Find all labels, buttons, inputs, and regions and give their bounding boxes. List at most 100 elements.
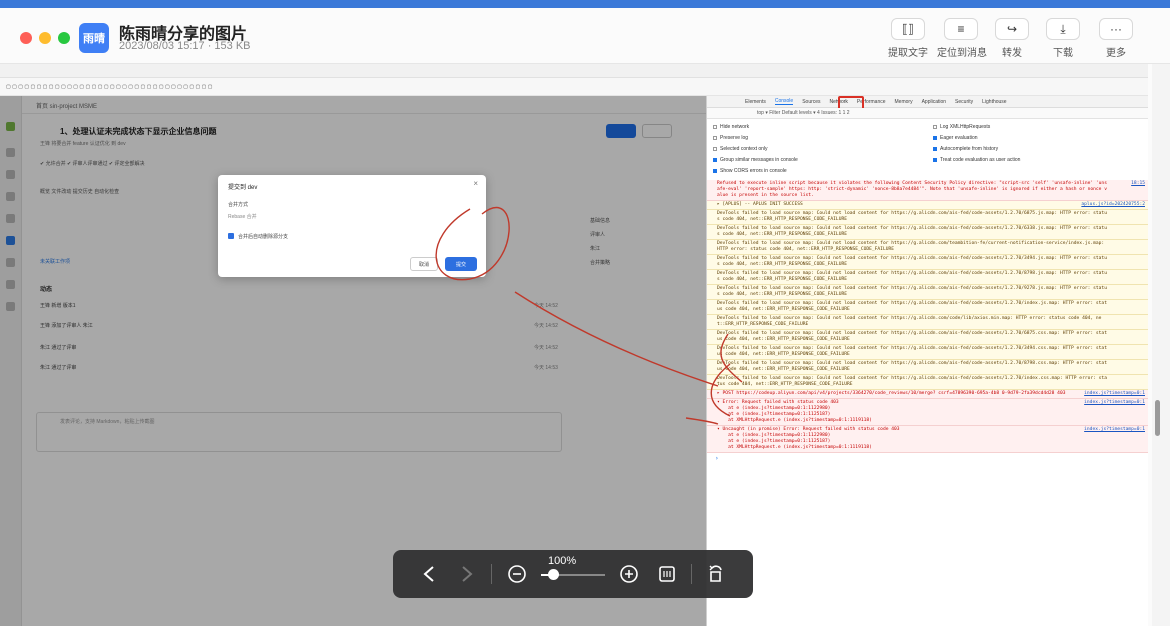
devtools-tab-application: Application — [921, 98, 947, 105]
setting-log-xhr: Log XMLHttpRequests — [933, 122, 1020, 133]
rotate-icon — [709, 565, 722, 582]
submit-dialog: 提交到 dev × 合并方式 Rebase 合并 合并后自动删除源分支 取消 提… — [218, 175, 486, 277]
locate-message-button[interactable]: ≡ 定位到消息 — [937, 18, 987, 59]
more-icon: ··· — [1099, 18, 1133, 40]
chevron-right-icon — [462, 566, 473, 582]
maximize-window-button[interactable] — [58, 32, 70, 44]
bookmark: ▢ ▢ ▢ ▢ ▢ ▢ ▢ ▢ ▢ ▢ ▢ ▢ ▢ ▢ ▢ ▢ ▢ ▢ ▢ ▢ … — [6, 83, 213, 90]
console-message: DevTools failed to load source map: Coul… — [717, 316, 1102, 327]
console-message: DevTools failed to load source map: Coul… — [717, 241, 1107, 252]
console-warn-row: DevTools failed to load source map: Coul… — [707, 360, 1148, 375]
delete-branch-label: 合并后自动删除源分支 — [238, 234, 289, 240]
image-meta: 2023/08/03 15:17 · 153 KB — [119, 40, 251, 52]
console-settings-right: Log XMLHttpRequests Eager evaluation Aut… — [933, 122, 1020, 166]
setting-autocomplete: Autocomplete from history — [933, 144, 1020, 155]
console-source-link: index.js?timestamp=0:1 — [1084, 400, 1145, 405]
fit-to-window-button[interactable] — [655, 562, 679, 586]
codeup-merge-request-page: 首页 sin-project MSME 1、处理认证未完成状态下显示企业信息问题… — [0, 96, 706, 626]
zoom-in-button[interactable] — [617, 562, 641, 586]
console-error-row: ▾ Error: Request failed with status code… — [707, 399, 1148, 426]
console-message: ▸ [APLUS] -- APLUS INIT SUCCESS — [717, 202, 803, 207]
background-app-strip — [0, 0, 1170, 8]
dialog-title: 提交到 dev — [228, 185, 258, 191]
console-source-link: index.js?timestamp=0:1 — [1084, 427, 1145, 432]
download-button[interactable]: ⤓ 下载 — [1039, 18, 1087, 59]
console-message: DevTools failed to load source map: Coul… — [717, 271, 1107, 282]
merge-method-value: Rebase 合并 — [228, 214, 257, 220]
console-source-link: 18:15 — [1131, 181, 1145, 186]
devtools-tab-lighthouse: Lighthouse — [982, 98, 1007, 105]
zoom-in-icon — [620, 565, 638, 583]
console-message: DevTools failed to load source map: Coul… — [717, 211, 1107, 222]
more-button[interactable]: ··· 更多 — [1092, 18, 1140, 59]
setting-group-similar: Group similar messages in console — [713, 155, 798, 166]
console-warn-row: DevTools failed to load source map: Coul… — [707, 225, 1148, 240]
console-message: DevTools failed to load source map: Coul… — [717, 361, 1107, 372]
console-source-link: index.js?timestamp=0:1 — [1084, 391, 1145, 396]
console-source-link: aplus.js?id=202420755:2 — [1081, 202, 1145, 207]
console-toolbar: top ▾ Filter Default levels ▾ 4 Issues: … — [707, 108, 1148, 119]
console-message: DevTools failed to load source map: Coul… — [717, 256, 1107, 267]
chevron-left-icon — [423, 566, 434, 582]
console-error-row: ▾ Uncaught (in promise) Error: Request f… — [707, 426, 1148, 453]
setting-hide-network: Hide network — [713, 122, 798, 133]
sender-avatar: 雨晴 — [79, 23, 109, 53]
zoom-out-button[interactable] — [505, 562, 529, 586]
console-warn-row: DevTools failed to load source map: Coul… — [707, 270, 1148, 285]
setting-selected-context: Selected context only — [713, 144, 798, 155]
devtools-tab-elements: Elements — [745, 98, 766, 105]
zoom-out-icon — [508, 565, 526, 583]
console-message: ▾ Uncaught (in promise) Error: Request f… — [717, 427, 900, 450]
delete-branch-checkbox — [228, 233, 234, 239]
zoom-percent: 100% — [548, 555, 577, 567]
console-warn-row: DevTools failed to load source map: Coul… — [707, 240, 1148, 255]
console-error-row: Refused to execute inline script because… — [707, 180, 1148, 201]
browser-bookmarks-bar: ▢ ▢ ▢ ▢ ▢ ▢ ▢ ▢ ▢ ▢ ▢ ▢ ▢ ▢ ▢ ▢ ▢ ▢ ▢ ▢ … — [0, 78, 1148, 96]
console-message: DevTools failed to load source map: Coul… — [717, 346, 1107, 357]
console-warn-row: DevTools failed to load source map: Coul… — [707, 300, 1148, 315]
download-label: 下载 — [1053, 48, 1073, 59]
viewer-header: 雨晴 陈雨晴分享的图片 2023/08/03 15:17 · 153 KB ⟦⟧… — [0, 8, 1170, 64]
toolbar-divider — [491, 564, 492, 584]
shared-screenshot: ▢ ▢ ▢ ▢ ▢ ▢ ▢ ▢ ▢ ▢ ▢ ▢ ▢ ▢ ▢ ▢ ▢ ▢ ▢ ▢ … — [0, 64, 1148, 626]
forward-label: 转发 — [1002, 48, 1022, 59]
zoom-slider-knob[interactable] — [547, 569, 559, 580]
scrollbar-thumb[interactable] — [1155, 400, 1160, 436]
console-warn-row: DevTools failed to load source map: Coul… — [707, 345, 1148, 360]
forward-button[interactable]: ↪ 转发 — [988, 18, 1036, 59]
vertical-scrollbar[interactable] — [1152, 64, 1170, 626]
scan-text-icon: ⟦⟧ — [891, 18, 925, 40]
devtools-panel: Elements Console Sources Network Perform… — [706, 96, 1148, 626]
rotate-button[interactable] — [703, 562, 727, 586]
previous-image-button[interactable] — [417, 562, 441, 586]
console-message: DevTools failed to load source map: Coul… — [717, 376, 1107, 387]
dialog-submit-button: 提交 — [445, 257, 477, 271]
console-warn-row: DevTools failed to load source map: Coul… — [707, 210, 1148, 225]
extract-text-label: 提取文字 — [888, 48, 928, 59]
console-warn-row: DevTools failed to load source map: Coul… — [707, 375, 1148, 390]
console-warn-row: DevTools failed to load source map: Coul… — [707, 285, 1148, 300]
close-window-button[interactable] — [20, 32, 32, 44]
setting-eager-eval: Eager evaluation — [933, 133, 1020, 144]
console-message: DevTools failed to load source map: Coul… — [717, 301, 1107, 312]
console-message: Refused to execute inline script because… — [717, 181, 1107, 198]
console-message: ▾ Error: Request failed with status code… — [717, 400, 872, 423]
console-log: Refused to execute inline script because… — [707, 180, 1148, 464]
minimize-window-button[interactable] — [39, 32, 51, 44]
console-message: DevTools failed to load source map: Coul… — [717, 226, 1107, 237]
next-image-button[interactable] — [455, 562, 479, 586]
console-error-row: ▸ POST https://codeup.aliyun.com/api/v4/… — [707, 390, 1148, 399]
console-settings-left: Hide network Preserve log Selected conte… — [713, 122, 798, 177]
console-message: ▸ POST https://codeup.aliyun.com/api/v4/… — [717, 391, 1066, 396]
toolbar-divider — [691, 564, 692, 584]
locate-icon: ≡ — [944, 18, 978, 40]
locate-message-label: 定位到消息 — [937, 48, 987, 59]
console-warn-row: DevTools failed to load source map: Coul… — [707, 330, 1148, 345]
devtools-tab-sources: Sources — [802, 98, 821, 105]
extract-text-button[interactable]: ⟦⟧ 提取文字 — [884, 18, 932, 59]
dialog-cancel-button: 取消 — [410, 257, 438, 271]
browser-url-bar — [0, 64, 1148, 78]
devtools-tab-console: Console — [774, 98, 794, 105]
devtools-tab-memory: Memory — [894, 98, 913, 105]
console-warn-row: DevTools failed to load source map: Coul… — [707, 255, 1148, 270]
